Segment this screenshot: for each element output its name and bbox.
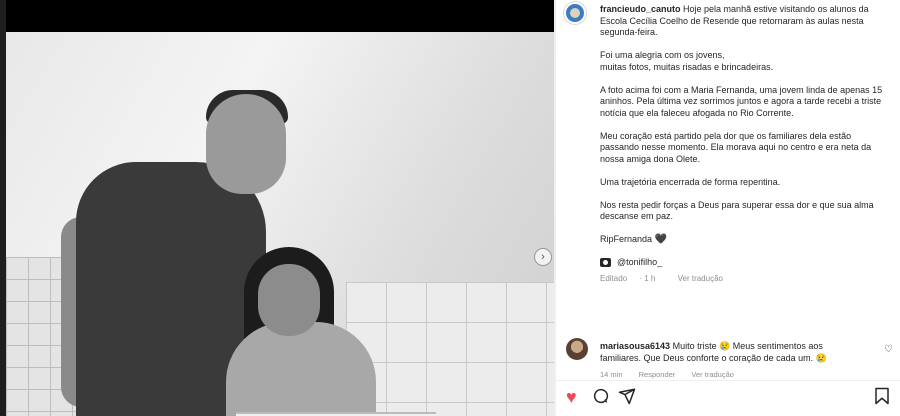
wall-tiles-right [346, 282, 554, 416]
comment-icon[interactable] [592, 387, 610, 409]
comment-body: mariasousa6143 Muito triste 😢 Meus senti… [600, 340, 864, 364]
tagged-user[interactable]: @tonifilho_ [617, 257, 662, 269]
caption-paragraph-7: RipFernanda 🖤 [600, 234, 890, 246]
desk [236, 412, 436, 416]
author-username[interactable]: francieudo_canuto [600, 4, 681, 14]
post-time: 1 h [644, 273, 656, 283]
caption-paragraph-3: A foto acima foi com a Maria Fernanda, u… [600, 84, 883, 118]
action-bar: ♥ [556, 380, 900, 416]
post-edited-label: Editado [600, 273, 628, 283]
comment-time: 14 min [600, 370, 623, 379]
caption-paragraph-1: francieudo_canuto Hoje pela manhã estive… [600, 4, 890, 39]
girl-figure [226, 322, 376, 416]
heart-filled-icon[interactable]: ♥ [566, 387, 577, 407]
bookmark-icon[interactable] [874, 387, 890, 409]
post-edited-time: Editado · 1 h [600, 273, 656, 283]
post-caption: francieudo_canuto Hoje pela manhã estive… [600, 4, 890, 284]
man-head [206, 94, 286, 194]
caption-paragraph-5: Uma trajetória encerrada de forma repent… [600, 176, 781, 187]
chevron-right-icon[interactable]: › [534, 248, 552, 266]
caption-paragraph-4: Meu coração está partido pela dor que os… [600, 130, 872, 164]
post-side-panel: francieudo_canuto Hoje pela manhã estive… [556, 0, 900, 416]
comment-meta: 14 min Responder Ver tradução [600, 370, 748, 379]
hashtag-text: RipFernanda [600, 234, 653, 244]
tag-line: @tonifilho_ [600, 257, 890, 269]
caption-paragraph-6: Nos resta pedir forças a Deus para super… [600, 199, 874, 222]
share-icon[interactable] [618, 387, 636, 409]
heart-outline-icon[interactable]: ♡ [884, 344, 893, 355]
commenter-avatar[interactable] [566, 338, 588, 360]
author-avatar[interactable] [564, 2, 586, 24]
photo-top-bar [6, 0, 554, 32]
camera-icon [600, 258, 611, 268]
girl-face [258, 264, 320, 336]
black-heart-emoji: 🖤 [654, 234, 667, 245]
comment-translate-link[interactable]: Ver tradução [691, 370, 734, 379]
caption-paragraph-2: Foi uma alegria com os jovens, muitas fo… [600, 50, 774, 72]
post-meta: Editado · 1 h Ver tradução [600, 273, 890, 285]
reply-link[interactable]: Responder [639, 370, 676, 379]
commenter-username[interactable]: mariasousa6143 [600, 341, 670, 351]
post-photo[interactable]: › [6, 32, 554, 416]
see-translation-link[interactable]: Ver tradução [678, 274, 723, 283]
